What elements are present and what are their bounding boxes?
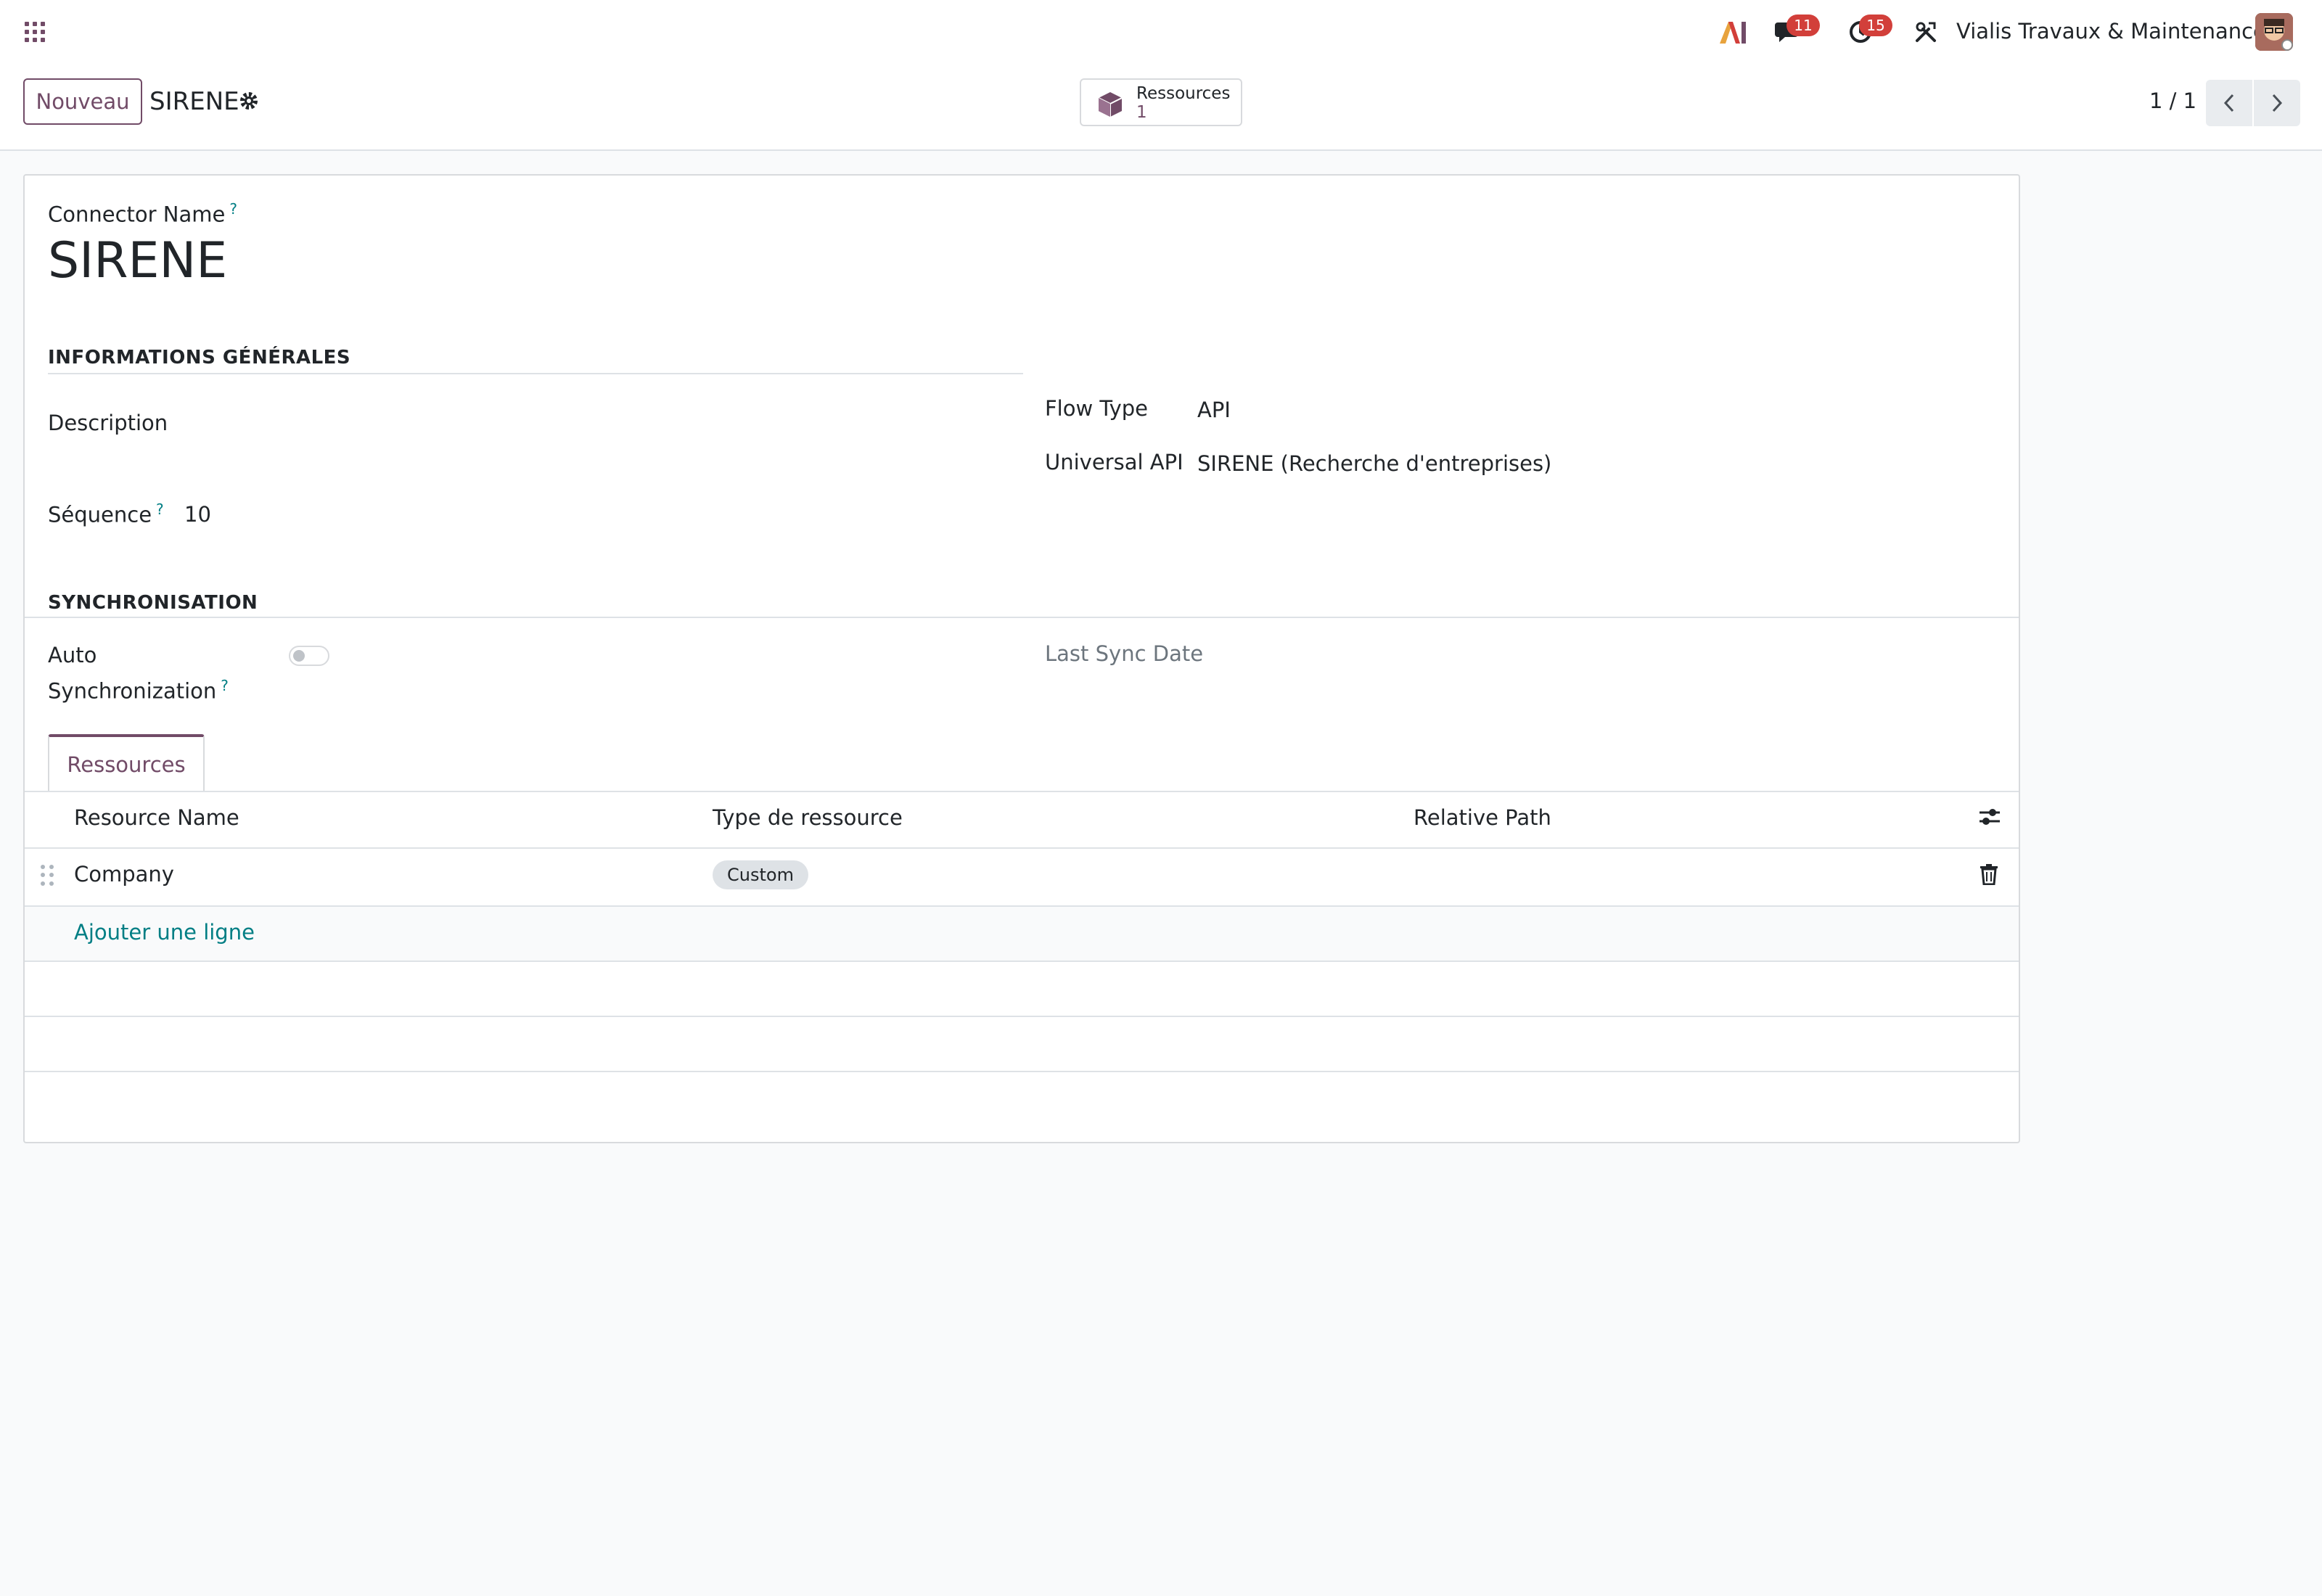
- trash-icon[interactable]: [1980, 863, 1998, 888]
- pager-next-button[interactable]: [2254, 80, 2300, 126]
- description-label: Description: [48, 411, 168, 435]
- chevron-right-icon: [2272, 94, 2283, 112]
- ai-icon[interactable]: [1715, 0, 1750, 64]
- help-tooltip-icon[interactable]: ?: [156, 501, 164, 518]
- flow-type-label: Flow Type: [1045, 396, 1149, 421]
- top-navbar: 11 15 Vialis Travaux & Maintenance: [0, 0, 2322, 64]
- section-general-title: INFORMATIONS GÉNÉRALES: [48, 347, 351, 369]
- user-avatar[interactable]: [2255, 13, 2293, 51]
- breadcrumb-record-title: SIRENE: [149, 87, 239, 116]
- smart-button-label: Ressources: [1136, 84, 1231, 103]
- smart-button-count: 1: [1136, 103, 1147, 122]
- table-row-resource-name[interactable]: Company: [74, 862, 174, 887]
- company-switcher[interactable]: Vialis Travaux & Maintenance: [1956, 19, 2266, 44]
- add-line-row: [25, 907, 2019, 961]
- column-header-resource-type[interactable]: Type de ressource: [713, 805, 903, 830]
- section-sync-divider: [25, 617, 2019, 618]
- form-sheet: Connector Name? SIRENE INFORMATIONS GÉNÉ…: [23, 174, 2020, 1143]
- tab-ressources[interactable]: Ressources: [48, 734, 205, 792]
- resource-type-badge: Custom: [713, 860, 808, 889]
- universal-api-field[interactable]: SIRENE (Recherche d'entreprises): [1197, 451, 1551, 476]
- auto-sync-toggle[interactable]: [289, 646, 329, 666]
- pager-previous-button[interactable]: [2206, 80, 2252, 126]
- tabs-divider: [25, 791, 2019, 792]
- column-header-relative-path[interactable]: Relative Path: [1414, 805, 1551, 830]
- sequence-field[interactable]: 10: [184, 502, 211, 527]
- drag-handle-icon[interactable]: [41, 865, 55, 887]
- apps-menu-icon[interactable]: [25, 22, 45, 42]
- help-tooltip-icon[interactable]: ?: [229, 200, 237, 218]
- control-panel: Nouveau SIRENE Ressources 1 1 / 1: [0, 64, 2322, 151]
- resources-smart-button[interactable]: Ressources 1: [1080, 78, 1242, 126]
- table-row-divider: [25, 1016, 2019, 1017]
- messages-badge: 11: [1786, 15, 1820, 36]
- last-sync-date-label: Last Sync Date: [1045, 641, 1204, 666]
- table-header-divider: [25, 847, 2019, 849]
- table-row-divider: [25, 1071, 2019, 1072]
- pager-value[interactable]: 1 / 1: [2149, 89, 2196, 113]
- description-field[interactable]: [196, 406, 1016, 438]
- table-row-divider: [25, 961, 2019, 962]
- section-sync-title: SYNCHRONISATION: [48, 592, 258, 614]
- optional-columns-icon[interactable]: [1978, 807, 2001, 830]
- activities-badge: 15: [1859, 15, 1892, 36]
- gear-icon[interactable]: [238, 90, 260, 112]
- sequence-label: Séquence?: [48, 501, 164, 527]
- flow-type-field[interactable]: API: [1197, 398, 1231, 422]
- column-header-resource-name[interactable]: Resource Name: [74, 805, 239, 830]
- new-button[interactable]: Nouveau: [23, 78, 142, 125]
- messages-button[interactable]: 11: [1766, 0, 1820, 64]
- cube-icon: [1096, 90, 1125, 119]
- add-line-link[interactable]: Ajouter une ligne: [74, 920, 255, 945]
- section-general-divider: [48, 373, 1023, 374]
- help-tooltip-icon[interactable]: ?: [221, 677, 229, 694]
- universal-api-label: Universal API: [1045, 450, 1183, 474]
- chevron-left-icon: [2223, 94, 2234, 112]
- tools-icon[interactable]: [1908, 0, 1943, 64]
- activities-button[interactable]: 15: [1839, 0, 1892, 64]
- auto-sync-label: Auto Synchronization?: [48, 643, 229, 704]
- connector-name-field[interactable]: SIRENE: [48, 232, 227, 289]
- connector-name-label: Connector Name?: [48, 200, 237, 227]
